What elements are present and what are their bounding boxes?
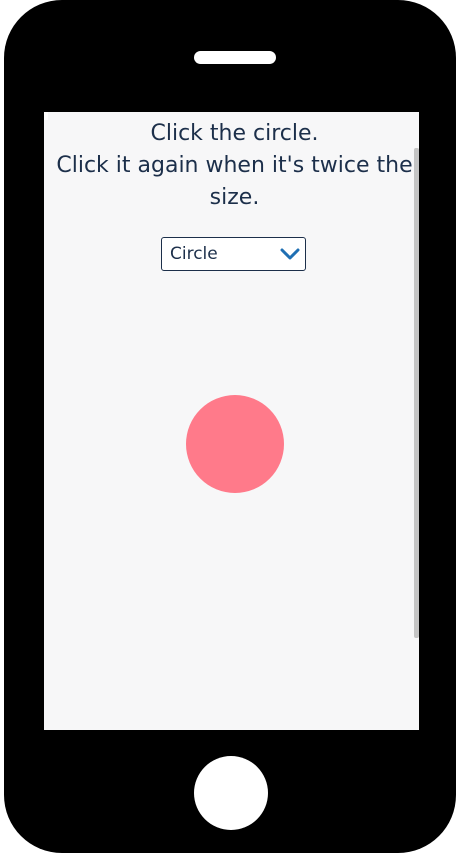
shape-select[interactable]: Circle — [161, 237, 306, 271]
app-screen: Click the circle. Click it again when it… — [44, 112, 419, 730]
target-circle[interactable] — [186, 395, 284, 493]
shape-select-value: Circle — [170, 244, 218, 264]
phone-speaker — [194, 51, 276, 64]
instructions: Click the circle. Click it again when it… — [52, 118, 417, 214]
instruction-line-2: Click it again when it's twice the size. — [56, 153, 413, 210]
chevron-down-icon — [280, 248, 300, 260]
instruction-line-1: Click the circle. — [150, 121, 319, 146]
screen-corner — [44, 112, 48, 120]
home-button[interactable] — [194, 756, 268, 830]
scrollbar[interactable] — [414, 148, 419, 638]
